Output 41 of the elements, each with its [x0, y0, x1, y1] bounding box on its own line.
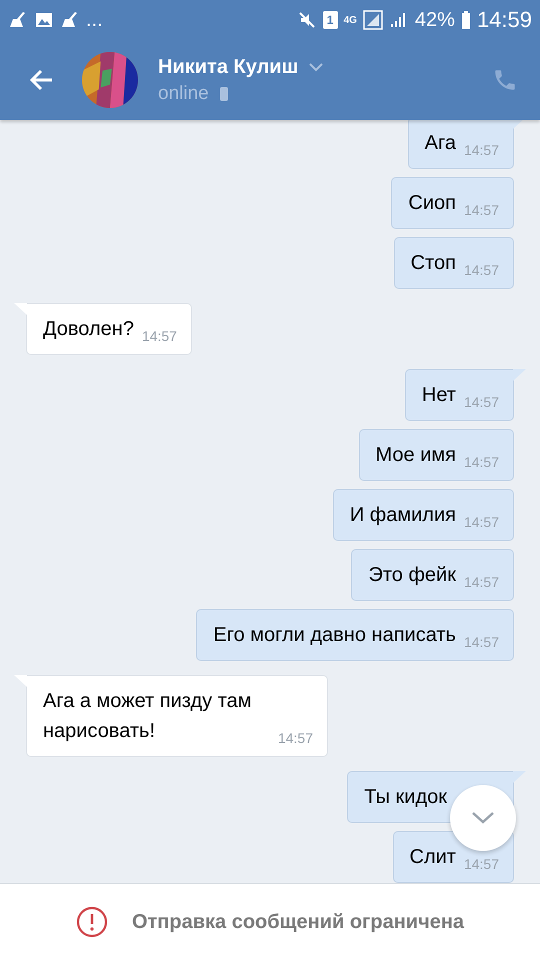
message-time: 14:57: [464, 454, 499, 470]
cleaner-icon: [8, 10, 28, 30]
message-time: 14:57: [464, 514, 499, 530]
message-text: Ага: [424, 131, 456, 156]
image-icon: [34, 10, 54, 30]
message-text: Мое имя: [376, 443, 456, 468]
message-time: 14:57: [464, 394, 499, 410]
message-time: 14:57: [464, 202, 499, 218]
battery-icon: [460, 10, 471, 30]
message-time: 14:57: [142, 328, 177, 344]
message-time: 14:57: [464, 856, 499, 872]
message-time: 14:57: [464, 262, 499, 278]
message-text: Стоп: [410, 251, 456, 276]
signal-icon: [362, 10, 383, 30]
chevron-down-icon: [470, 810, 496, 826]
more-notifications: ...: [86, 8, 103, 32]
chevron-down-icon[interactable]: [308, 62, 324, 72]
message-time: 14:57: [464, 142, 499, 158]
message-text: И фамилия: [350, 503, 456, 528]
message-text: Ага а может пизду там нарисовать!: [43, 689, 253, 744]
phone-device-icon: [218, 86, 229, 102]
mute-icon: [296, 10, 317, 30]
message-time: 14:57: [278, 730, 313, 746]
message-text: Доволен?: [43, 317, 134, 342]
message-text: Ты кидок: [364, 785, 447, 810]
sim-icon: 1: [322, 11, 338, 29]
message-text: Его могли давно написать: [213, 623, 456, 648]
clock: 14:59: [476, 7, 532, 33]
message-text: Сиоп: [408, 191, 456, 216]
cleaner-icon: [60, 10, 80, 30]
message-time: 14:57: [464, 634, 499, 650]
warning-icon: [76, 906, 108, 938]
message-text: Слит: [410, 845, 456, 870]
network-type: 4G: [344, 14, 357, 26]
message-text: Нет: [422, 383, 456, 408]
online-status: online: [158, 82, 209, 104]
contact-name[interactable]: Никита Кулиш: [158, 56, 298, 78]
battery-percent: 42%: [414, 8, 455, 32]
message-text: Это фейк: [368, 563, 456, 588]
message-time: 14:57: [464, 574, 499, 590]
restriction-notice: Отправка сообщений ограничена: [132, 910, 464, 934]
